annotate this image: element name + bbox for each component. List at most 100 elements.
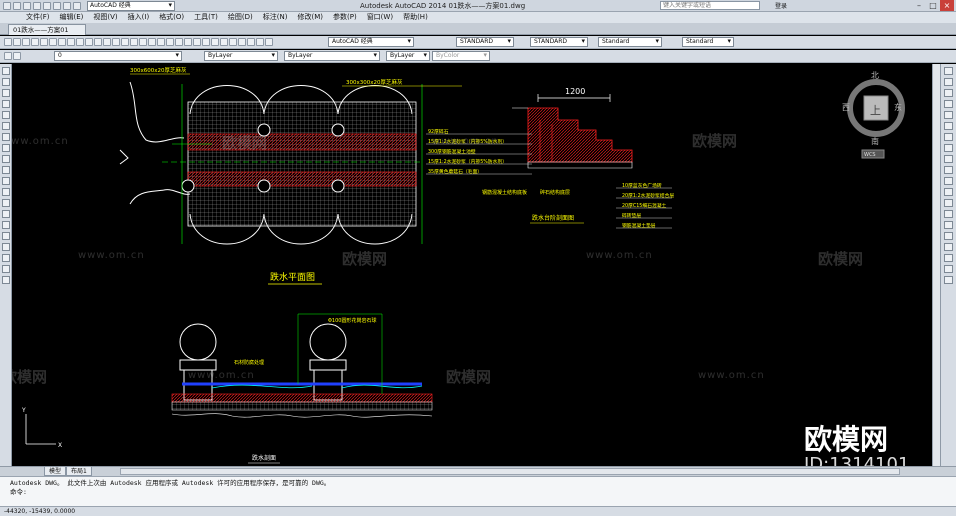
modify-tool-icon[interactable] [944,100,953,108]
menu-item[interactable]: 窗口(W) [367,12,393,23]
modify-tool-icon[interactable] [944,188,953,196]
close-button[interactable]: × [940,0,954,11]
toolbar-tool-icon[interactable] [256,38,264,46]
modify-tool-icon[interactable] [944,177,953,185]
layer-combo[interactable]: 0 [54,51,182,61]
modify-tool-icon[interactable] [944,133,953,141]
toolbar-tool-icon[interactable] [130,38,138,46]
draw-tool-icon[interactable] [2,67,10,75]
undo-icon[interactable] [63,1,71,10]
save-icon[interactable] [33,1,41,10]
dim-style-combo[interactable]: STANDARD [530,37,588,47]
toolbar-tool-icon[interactable] [112,38,120,46]
menu-item[interactable]: 格式(O) [159,12,184,23]
modify-tool-icon[interactable] [944,78,953,86]
layer-properties-icon[interactable] [4,52,12,60]
saveas-icon[interactable] [43,1,51,10]
toolbar-tool-icon[interactable] [211,38,219,46]
modify-tool-icon[interactable] [944,199,953,207]
modify-tool-icon[interactable] [944,254,953,262]
toolbar-tool-icon[interactable] [76,38,84,46]
menu-item[interactable]: 帮助(H) [403,12,428,23]
modify-tool-icon[interactable] [944,232,953,240]
horizontal-scrollbar[interactable] [120,468,900,475]
menu-item[interactable]: 绘图(D) [228,12,253,23]
toolbar-tool-icon[interactable] [139,38,147,46]
toolbar-tool-icon[interactable] [31,38,39,46]
modify-tool-icon[interactable] [944,67,953,75]
toolbar-tool-icon[interactable] [13,38,21,46]
draw-tool-icon[interactable] [2,78,10,86]
tab-model[interactable]: 模型 [44,467,67,476]
vertical-scrollbar[interactable] [932,64,940,466]
lineweight-combo[interactable]: ByLayer [386,51,430,61]
toolbar-tool-icon[interactable] [58,38,66,46]
login-button[interactable]: 登录 [775,1,787,10]
toolbar-tool-icon[interactable] [49,38,57,46]
drawing-canvas[interactable]: 300x600x20厚芝麻灰 300x300x20厚芝麻灰 跌水平面图 1200… [12,64,932,466]
workspace-select[interactable]: AutoCAD 经典 [87,0,175,11]
multileader-style-combo[interactable]: Standard [682,37,734,47]
modify-tool-icon[interactable] [944,122,953,130]
toolbar-tool-icon[interactable] [247,38,255,46]
new-icon[interactable] [13,1,21,10]
toolbar-tool-icon[interactable] [220,38,228,46]
draw-tool-icon[interactable] [2,254,10,262]
redo-icon[interactable] [73,1,81,10]
toolbar-tool-icon[interactable] [121,38,129,46]
modify-tool-icon[interactable] [944,144,953,152]
draw-tool-icon[interactable] [2,232,10,240]
draw-tool-icon[interactable] [2,221,10,229]
tab-layout1[interactable]: 布局1 [66,467,92,476]
modify-tool-icon[interactable] [944,221,953,229]
draw-tool-icon[interactable] [2,89,10,97]
draw-tool-icon[interactable] [2,210,10,218]
toolbar-tool-icon[interactable] [229,38,237,46]
toolbar-tool-icon[interactable] [193,38,201,46]
modify-tool-icon[interactable] [944,111,953,119]
document-tab[interactable]: 01跌水——方案01 [8,24,86,35]
draw-tool-icon[interactable] [2,133,10,141]
modify-tool-icon[interactable] [944,210,953,218]
toolbar-tool-icon[interactable] [103,38,111,46]
draw-tool-icon[interactable] [2,155,10,163]
modify-tool-icon[interactable] [944,89,953,97]
menu-item[interactable]: 编辑(E) [60,12,84,23]
toolbar-tool-icon[interactable] [94,38,102,46]
toolbar-tool-icon[interactable] [22,38,30,46]
draw-tool-icon[interactable] [2,177,10,185]
toolbar-tool-icon[interactable] [85,38,93,46]
plotstyle-combo[interactable]: ByColor [432,51,490,61]
text-style-combo[interactable]: STANDARD [456,37,514,47]
draw-tool-icon[interactable] [2,166,10,174]
toolbar-tool-icon[interactable] [40,38,48,46]
maximize-button[interactable]: □ [926,0,940,11]
draw-tool-icon[interactable] [2,265,10,273]
draw-tool-icon[interactable] [2,122,10,130]
toolbar-tool-icon[interactable] [166,38,174,46]
command-line[interactable]: Autodesk DWG。 此文件上次由 Autodesk 应用程序或 Auto… [0,476,956,506]
color-combo[interactable]: ByLayer [204,51,278,61]
toolbar-tool-icon[interactable] [67,38,75,46]
modify-tool-icon[interactable] [944,243,953,251]
draw-tool-icon[interactable] [2,111,10,119]
menu-item[interactable]: 工具(T) [194,12,218,23]
toolbar-tool-icon[interactable] [184,38,192,46]
modify-tool-icon[interactable] [944,166,953,174]
draw-tool-icon[interactable] [2,199,10,207]
viewcube[interactable]: 上 北 南 东 西 WCS [842,71,905,159]
menu-item[interactable]: 修改(M) [297,12,323,23]
menu-item[interactable]: 视图(V) [93,12,117,23]
open-icon[interactable] [23,1,31,10]
modify-tool-icon[interactable] [944,276,953,284]
modify-tool-icon[interactable] [944,265,953,273]
search-input[interactable]: 键入关键字或短语 [660,1,760,10]
toolbar-tool-icon[interactable] [148,38,156,46]
draw-tool-icon[interactable] [2,144,10,152]
toolbar-tool-icon[interactable] [265,38,273,46]
toolbar-tool-icon[interactable] [238,38,246,46]
menu-item[interactable]: 标注(N) [263,12,288,23]
workspace-combo[interactable]: AutoCAD 经典 [328,37,414,47]
menu-item[interactable]: 插入(I) [128,12,150,23]
menu-item[interactable]: 参数(P) [333,12,357,23]
